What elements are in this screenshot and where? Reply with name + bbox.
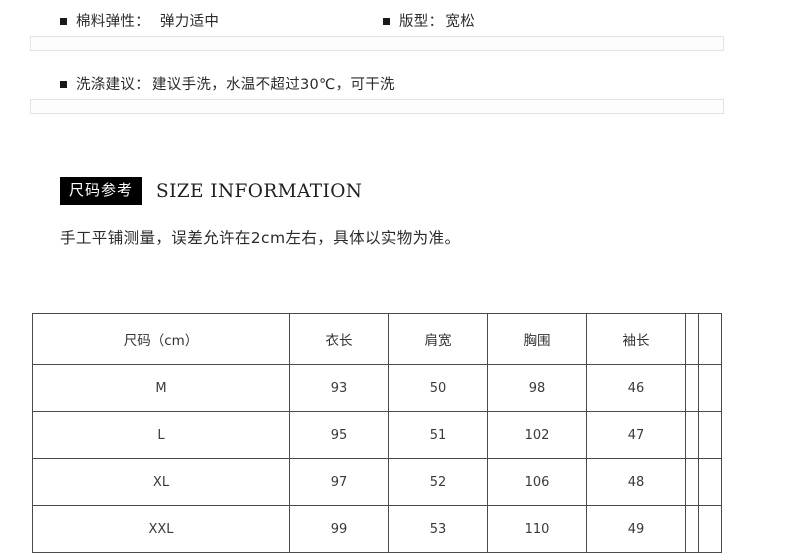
- spec-line-row-1: 棉料弹性： 弹力适中 版型： 宽松: [0, 8, 800, 32]
- cell-size: L: [32, 411, 290, 459]
- spec-value-fit: 宽松: [445, 13, 476, 30]
- square-bullet-icon: [60, 80, 67, 88]
- header-cell-length: 衣长: [289, 313, 389, 365]
- square-bullet-icon: [383, 17, 390, 25]
- size-table: 尺码（cm） 衣长 肩宽 胸围 袖长 M 93 50 98 46 L 95 51…: [32, 313, 722, 553]
- table-row: XXL 99 53 110 49: [32, 505, 722, 553]
- size-reference-badge: 尺码参考: [60, 177, 143, 205]
- table-header-row: 尺码（cm） 衣长 肩宽 胸围 袖长: [32, 313, 722, 365]
- spec-line-row-2: 洗涤建议： 建议手洗，水温不超过30℃，可干洗: [0, 71, 800, 95]
- cell-sleeve: 48: [586, 458, 686, 506]
- cell-extra-1: [685, 458, 699, 506]
- cell-length: 93: [289, 364, 389, 412]
- cell-length: 99: [289, 505, 389, 553]
- cell-extra-1: [685, 505, 699, 553]
- divider-box-upper: [30, 36, 724, 51]
- cell-sleeve: 49: [586, 505, 686, 553]
- table-row: XL 97 52 106 48: [32, 458, 722, 506]
- cell-shoulder: 51: [388, 411, 488, 459]
- spec-item-washing: 洗涤建议： 建议手洗，水温不超过30℃，可干洗: [60, 73, 395, 94]
- header-cell-extra-2: [698, 313, 722, 365]
- cell-length: 97: [289, 458, 389, 506]
- square-bullet-icon: [60, 17, 67, 25]
- cell-shoulder: 50: [388, 364, 488, 412]
- size-table-container: 尺码（cm） 衣长 肩宽 胸围 袖长 M 93 50 98 46 L 95 51…: [32, 313, 722, 553]
- header-cell-extra-1: [685, 313, 699, 365]
- cell-extra-2: [698, 458, 722, 506]
- cell-shoulder: 53: [388, 505, 488, 553]
- header-cell-sleeve: 袖长: [586, 313, 686, 365]
- table-row: M 93 50 98 46: [32, 364, 722, 412]
- size-information-heading: 尺码参考 SIZE INFORMATION: [60, 177, 362, 205]
- cell-bust: 102: [487, 411, 587, 459]
- cell-size: M: [32, 364, 290, 412]
- header-cell-bust: 胸围: [487, 313, 587, 365]
- cell-bust: 106: [487, 458, 587, 506]
- cell-shoulder: 52: [388, 458, 488, 506]
- cell-extra-2: [698, 505, 722, 553]
- cell-extra-1: [685, 364, 699, 412]
- spec-label-washing: 洗涤建议：: [76, 76, 150, 93]
- size-information-title: SIZE INFORMATION: [156, 180, 363, 202]
- cell-extra-2: [698, 411, 722, 459]
- cell-size: XL: [32, 458, 290, 506]
- spec-value-elasticity: 弹力适中: [160, 13, 220, 30]
- cell-sleeve: 46: [586, 364, 686, 412]
- spec-item-fit: 版型： 宽松: [383, 10, 475, 31]
- measurement-note: 手工平铺测量，误差允许在2cm左右，具体以实物为准。: [60, 229, 461, 247]
- spec-label-fit: 版型：: [399, 13, 444, 30]
- cell-bust: 110: [487, 505, 587, 553]
- divider-box-lower: [30, 99, 724, 114]
- cell-sleeve: 47: [586, 411, 686, 459]
- cell-length: 95: [289, 411, 389, 459]
- header-cell-size: 尺码（cm）: [32, 313, 290, 365]
- cell-size: XXL: [32, 505, 290, 553]
- spec-label-elasticity: 棉料弹性：: [76, 13, 150, 30]
- cell-extra-1: [685, 411, 699, 459]
- header-cell-shoulder: 肩宽: [388, 313, 488, 365]
- cell-bust: 98: [487, 364, 587, 412]
- cell-extra-2: [698, 364, 722, 412]
- table-row: L 95 51 102 47: [32, 411, 722, 459]
- spec-item-elasticity: 棉料弹性： 弹力适中: [60, 10, 219, 31]
- spec-value-washing: 建议手洗，水温不超过30℃，可干洗: [152, 76, 395, 93]
